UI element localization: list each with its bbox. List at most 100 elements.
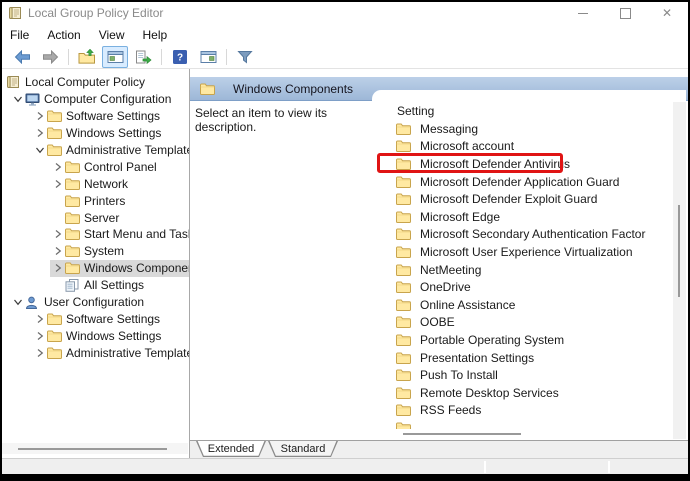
menu-action[interactable]: Action [38, 25, 89, 45]
folder-icon [65, 178, 84, 190]
tree-item-system[interactable]: System [2, 243, 189, 260]
chevron-right-icon[interactable] [50, 179, 65, 189]
folder-icon [200, 83, 219, 95]
tree-item-start-menu-and-taskbar[interactable]: Start Menu and Taskbar [2, 226, 189, 243]
folder-icon [396, 369, 415, 381]
list-item-oobe[interactable]: OOBE [372, 314, 673, 332]
list-item-microsoft-account[interactable]: Microsoft account [372, 138, 673, 156]
tree-item-label: Start Menu and Taskbar [84, 227, 190, 241]
forward-icon [42, 50, 59, 64]
list-item-microsoft-secondary-authentication-factor[interactable]: Microsoft Secondary Authentication Facto… [372, 226, 673, 244]
show-console-tree-button[interactable] [102, 46, 128, 68]
chevron-right-icon[interactable] [50, 246, 65, 256]
menu-help[interactable]: Help [134, 25, 177, 45]
main-area: Local Computer PolicyComputer Configurat… [2, 69, 688, 459]
filter-icon [237, 50, 253, 64]
setting-column-header[interactable]: Setting [372, 90, 686, 120]
tree-item-network[interactable]: Network [2, 175, 189, 192]
up-one-level-button[interactable] [74, 46, 100, 68]
back-icon [14, 50, 31, 64]
chevron-right-icon[interactable] [32, 314, 47, 324]
list-item-portable-operating-system[interactable]: Portable Operating System [372, 331, 673, 349]
list-item-messaging[interactable]: Messaging [372, 120, 673, 138]
back-button[interactable] [9, 46, 35, 68]
tree-item-software-settings[interactable]: Software Settings [2, 310, 189, 327]
list-item-online-assistance[interactable]: Online Assistance [372, 296, 673, 314]
tree-item-local-computer-policy[interactable]: Local Computer Policy [2, 74, 189, 91]
scroll-icon [6, 75, 25, 89]
tree-item-printers[interactable]: Printers [2, 192, 189, 209]
chevron-down-icon[interactable] [10, 297, 25, 307]
list-item-remote-desktop-services[interactable]: Remote Desktop Services [372, 384, 673, 402]
chevron-right-icon[interactable] [32, 331, 47, 341]
filter-button[interactable] [232, 46, 258, 68]
tree-item-user-configuration[interactable]: User Configuration [2, 294, 189, 311]
tree-horizontal-scrollbar[interactable] [2, 443, 188, 454]
list-horizontal-scrollbar[interactable] [374, 429, 672, 439]
tab-standard[interactable]: Standard [268, 441, 338, 457]
tree-item-inner: Windows Settings [32, 327, 189, 344]
list-item-label: Online Assistance [420, 298, 515, 312]
folder-icon [47, 313, 66, 325]
tree-item-windows-settings[interactable]: Windows Settings [2, 125, 189, 142]
list-item-label: NetMeeting [420, 263, 481, 277]
list-item-netmeeting[interactable]: NetMeeting [372, 261, 673, 279]
tree-item-computer-configuration[interactable]: Computer Configuration [2, 91, 189, 108]
folder-icon [47, 144, 66, 156]
folder-icon [396, 334, 415, 346]
tree-item-server[interactable]: Server [2, 209, 189, 226]
chevron-right-icon[interactable] [32, 111, 47, 121]
chevron-right-icon[interactable] [50, 263, 65, 273]
minimize-button[interactable] [562, 2, 604, 24]
close-button[interactable]: ✕ [646, 2, 688, 24]
statusbar-divider [608, 461, 610, 473]
folder-icon [47, 127, 66, 139]
show-action-pane-button[interactable] [195, 46, 221, 68]
list-item-microsoft-edge[interactable]: Microsoft Edge [372, 208, 673, 226]
menu-file[interactable]: File [2, 25, 38, 45]
toolbar-separator [68, 49, 69, 65]
help-button[interactable]: ? [167, 46, 193, 68]
list-item-rss-feeds[interactable]: RSS Feeds [372, 402, 673, 420]
tree-item-inner: Start Menu and Taskbar [50, 226, 189, 243]
minimize-icon [578, 13, 588, 14]
list-vscroll-thumb[interactable] [678, 205, 680, 297]
chevron-right-icon[interactable] [32, 348, 47, 358]
menu-view[interactable]: View [90, 25, 134, 45]
chevron-down-icon[interactable] [10, 94, 25, 104]
tree-hscroll-thumb[interactable] [18, 448, 167, 450]
list-hscroll-thumb[interactable] [403, 433, 521, 435]
maximize-button[interactable] [604, 2, 646, 24]
tree-item-control-panel[interactable]: Control Panel [2, 158, 189, 175]
export-list-button[interactable] [130, 46, 156, 68]
list-item-onedrive[interactable]: OneDrive [372, 278, 673, 296]
list-item-microsoft-user-experience-virtualization[interactable]: Microsoft User Experience Virtualization [372, 243, 673, 261]
folder-icon [396, 387, 415, 399]
tree-item-administrative-templates[interactable]: Administrative Templates [2, 344, 189, 361]
list-item-microsoft-defender-exploit-guard[interactable]: Microsoft Defender Exploit Guard [372, 190, 673, 208]
list-item-label: Microsoft Defender Application Guard [420, 175, 619, 189]
tree-item-label: Software Settings [66, 312, 160, 326]
tab-extended[interactable]: Extended [196, 441, 266, 457]
tree-item-all-settings[interactable]: All Settings [2, 277, 189, 294]
help-icon: ? [173, 50, 187, 64]
tree-item-software-settings[interactable]: Software Settings [2, 108, 189, 125]
forward-button[interactable] [37, 46, 63, 68]
list-item-presentation-settings[interactable]: Presentation Settings [372, 349, 673, 367]
list-item-microsoft-defender-application-guard[interactable]: Microsoft Defender Application Guard [372, 173, 673, 191]
chevron-right-icon[interactable] [50, 229, 65, 239]
tree-item-windows-components[interactable]: Windows Components [2, 260, 189, 277]
folder-icon [396, 193, 415, 205]
tree-item-administrative-templates[interactable]: Administrative Templates [2, 142, 189, 159]
list-item-push-to-install[interactable]: Push To Install [372, 366, 673, 384]
menu-bar: FileActionViewHelp [2, 24, 688, 45]
list-item-microsoft-defender-antivirus[interactable]: Microsoft Defender Antivirus [372, 155, 673, 173]
tree-item-windows-settings[interactable]: Windows Settings [2, 327, 189, 344]
chevron-right-icon[interactable] [50, 162, 65, 172]
chevron-right-icon[interactable] [32, 128, 47, 138]
tree-item-inner: Administrative Templates [32, 142, 189, 159]
list-vertical-scrollbar[interactable] [673, 102, 686, 439]
tree-item-label: Computer Configuration [44, 92, 171, 106]
chevron-down-icon[interactable] [32, 145, 47, 155]
tree-item-inner: Windows Settings [32, 125, 189, 142]
